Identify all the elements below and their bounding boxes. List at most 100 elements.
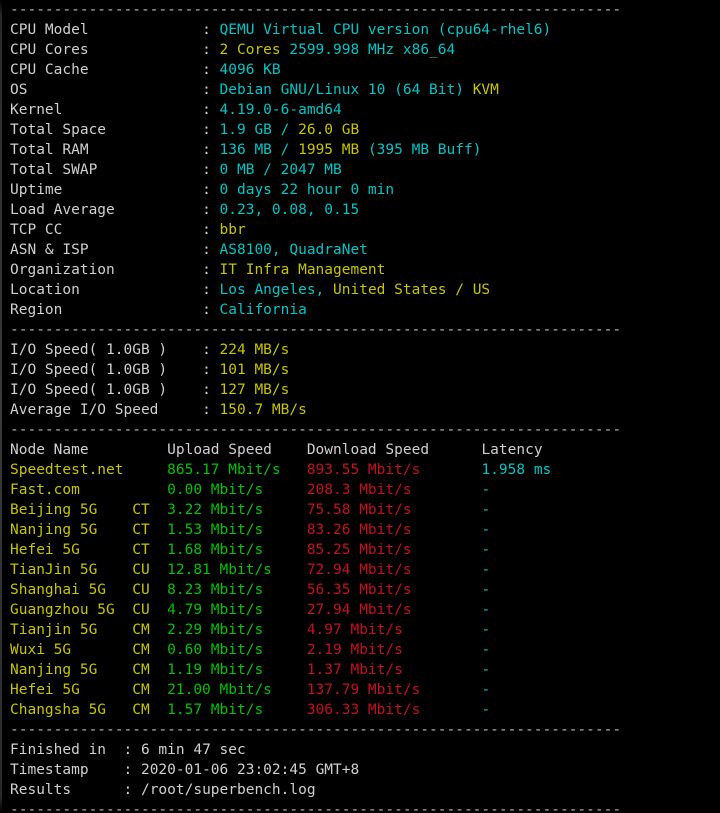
- speedtest-node-name: Speedtest.net: [10, 462, 132, 478]
- system-info-separator: :: [202, 122, 219, 138]
- system-info-separator: :: [202, 282, 219, 298]
- system-info-value-cont: 2599.998 MHz x86_64: [281, 42, 456, 58]
- io-speed-value: 224 MB/s: [220, 342, 290, 358]
- system-info-label: OS: [10, 82, 202, 98]
- summary-label: Timestamp: [10, 762, 124, 778]
- system-info-separator: :: [202, 182, 219, 198]
- speedtest-node-name: Guangzhou 5G: [10, 602, 132, 618]
- speedtest-row: Beijing 5G CT 3.22 Mbit/s 75.58 Mbit/s -: [10, 500, 720, 520]
- system-info-separator: :: [202, 302, 219, 318]
- system-info-value-highlight: 1995 MB: [298, 142, 359, 158]
- system-info-row: Uptime : 0 days 22 hour 0 min: [10, 180, 720, 200]
- speedtest-download-speed: 75.58 Mbit/s: [307, 502, 482, 518]
- system-info-label: Organization: [10, 262, 202, 278]
- terminal-window: ----------------------------------------…: [0, 0, 720, 813]
- speedtest-node-name: Nanjing 5G: [10, 522, 132, 538]
- speedtest-upload-speed: 865.17 Mbit/s: [167, 462, 307, 478]
- system-info-label: Uptime: [10, 182, 202, 198]
- speedtest-upload-speed: 4.79 Mbit/s: [167, 602, 307, 618]
- system-info-row: OS : Debian GNU/Linux 10 (64 Bit) KVM: [10, 80, 720, 100]
- speedtest-download-speed: 72.94 Mbit/s: [307, 562, 482, 578]
- system-info-value: California: [220, 302, 307, 318]
- summary-label: Results: [10, 782, 124, 798]
- speedtest-latency: -: [481, 662, 490, 678]
- speedtest-node-name: Nanjing 5G: [10, 662, 132, 678]
- system-info-separator: :: [202, 82, 219, 98]
- system-info-value-highlight: 26.0 GB: [298, 122, 359, 138]
- io-speed-section: I/O Speed( 1.0GB ) : 224 MB/sI/O Speed( …: [10, 340, 720, 420]
- speedtest-row: Hefei 5G CT 1.68 Mbit/s 85.25 Mbit/s -: [10, 540, 720, 560]
- speedtest-download-speed: 1.37 Mbit/s: [307, 662, 482, 678]
- divider-after-speedtest: ----------------------------------------…: [10, 720, 720, 740]
- speedtest-download-speed: 2.19 Mbit/s: [307, 642, 482, 658]
- speedtest-header-upload: Upload Speed: [167, 442, 307, 458]
- system-info-value-highlight: 2 Cores: [220, 42, 281, 58]
- speedtest-isp: CT: [132, 542, 167, 558]
- system-info-row: TCP CC : bbr: [10, 220, 720, 240]
- system-info-label: Region: [10, 302, 202, 318]
- speedtest-row: Changsha 5G CM 1.57 Mbit/s 306.33 Mbit/s…: [10, 700, 720, 720]
- system-info-row: CPU Cores : 2 Cores 2599.998 MHz x86_64: [10, 40, 720, 60]
- speedtest-isp: CM: [132, 642, 167, 658]
- speedtest-latency: -: [481, 502, 490, 518]
- system-info-label: ASN & ISP: [10, 242, 202, 258]
- speedtest-row: Hefei 5G CM 21.00 Mbit/s 137.79 Mbit/s -: [10, 680, 720, 700]
- io-speed-row: I/O Speed( 1.0GB ) : 101 MB/s: [10, 360, 720, 380]
- system-info-row: ASN & ISP : AS8100, QuadraNet: [10, 240, 720, 260]
- system-info-row: CPU Cache : 4096 KB: [10, 60, 720, 80]
- system-info-separator: :: [202, 242, 219, 258]
- speedtest-section: Node Name Upload Speed Download Speed La…: [10, 440, 720, 720]
- summary-row: Results : /root/superbench.log: [10, 780, 720, 800]
- divider-top: ----------------------------------------…: [10, 0, 720, 20]
- divider-after-io-speed: ----------------------------------------…: [10, 420, 720, 440]
- system-info-row: Total Space : 1.9 GB / 26.0 GB: [10, 120, 720, 140]
- speedtest-isp: CU: [132, 582, 167, 598]
- speedtest-row: Wuxi 5G CM 0.60 Mbit/s 2.19 Mbit/s -: [10, 640, 720, 660]
- speedtest-upload-speed: 12.81 Mbit/s: [167, 562, 307, 578]
- system-info-value: 4.19.0-6-amd64: [220, 102, 342, 118]
- summary-section: Finished in : 6 min 47 secTimestamp : 20…: [10, 740, 720, 800]
- system-info-value: 4096 KB: [220, 62, 281, 78]
- system-info-row: Load Average : 0.23, 0.08, 0.15: [10, 200, 720, 220]
- speedtest-header-node: Node Name: [10, 442, 167, 458]
- speedtest-latency: -: [481, 602, 490, 618]
- speedtest-row: Fast.com 0.00 Mbit/s 208.3 Mbit/s -: [10, 480, 720, 500]
- speedtest-upload-speed: 1.19 Mbit/s: [167, 662, 307, 678]
- speedtest-latency: -: [481, 522, 490, 538]
- system-info-row: CPU Model : QEMU Virtual CPU version (cp…: [10, 20, 720, 40]
- system-info-row: Organization : IT Infra Management: [10, 260, 720, 280]
- speedtest-upload-speed: 21.00 Mbit/s: [167, 682, 307, 698]
- terminal-screen: ----------------------------------------…: [0, 0, 720, 813]
- summary-label: Finished in: [10, 742, 124, 758]
- io-speed-row: I/O Speed( 1.0GB ) : 224 MB/s: [10, 340, 720, 360]
- speedtest-isp: CM: [132, 622, 167, 638]
- system-info-row: Kernel : 4.19.0-6-amd64: [10, 100, 720, 120]
- io-speed-separator: :: [202, 362, 219, 378]
- speedtest-row: Shanghai 5G CU 8.23 Mbit/s 56.35 Mbit/s …: [10, 580, 720, 600]
- speedtest-node-name: Fast.com: [10, 482, 132, 498]
- speedtest-download-speed: 137.79 Mbit/s: [307, 682, 482, 698]
- speedtest-upload-speed: 1.57 Mbit/s: [167, 702, 307, 718]
- speedtest-header-row: Node Name Upload Speed Download Speed La…: [10, 440, 720, 460]
- system-info-label: Total RAM: [10, 142, 202, 158]
- speedtest-download-speed: 893.55 Mbit/s: [307, 462, 482, 478]
- speedtest-isp: CM: [132, 662, 167, 678]
- system-info-value: QEMU Virtual CPU version (cpu64-rhel6): [220, 22, 552, 38]
- system-info-value-highlight: KVM: [473, 82, 499, 98]
- speedtest-upload-speed: 1.68 Mbit/s: [167, 542, 307, 558]
- divider-after-system-info: ----------------------------------------…: [10, 320, 720, 340]
- system-info-value-highlight: bbr: [220, 222, 246, 238]
- system-info-value-highlight: United States / US: [333, 282, 490, 298]
- speedtest-download-speed: 4.97 Mbit/s: [307, 622, 482, 638]
- system-info-value: Debian GNU/Linux 10 (64 Bit): [220, 82, 473, 98]
- speedtest-node-name: Beijing 5G: [10, 502, 132, 518]
- io-speed-separator: :: [202, 382, 219, 398]
- system-info-label: CPU Model: [10, 22, 202, 38]
- io-speed-label: Average I/O Speed: [10, 402, 202, 418]
- system-info-value: Los Angeles,: [220, 282, 334, 298]
- speedtest-download-speed: 85.25 Mbit/s: [307, 542, 482, 558]
- speedtest-latency: -: [481, 562, 490, 578]
- speedtest-latency: 1.958 ms: [481, 462, 551, 478]
- system-info-separator: :: [202, 262, 219, 278]
- system-info-separator: :: [202, 102, 219, 118]
